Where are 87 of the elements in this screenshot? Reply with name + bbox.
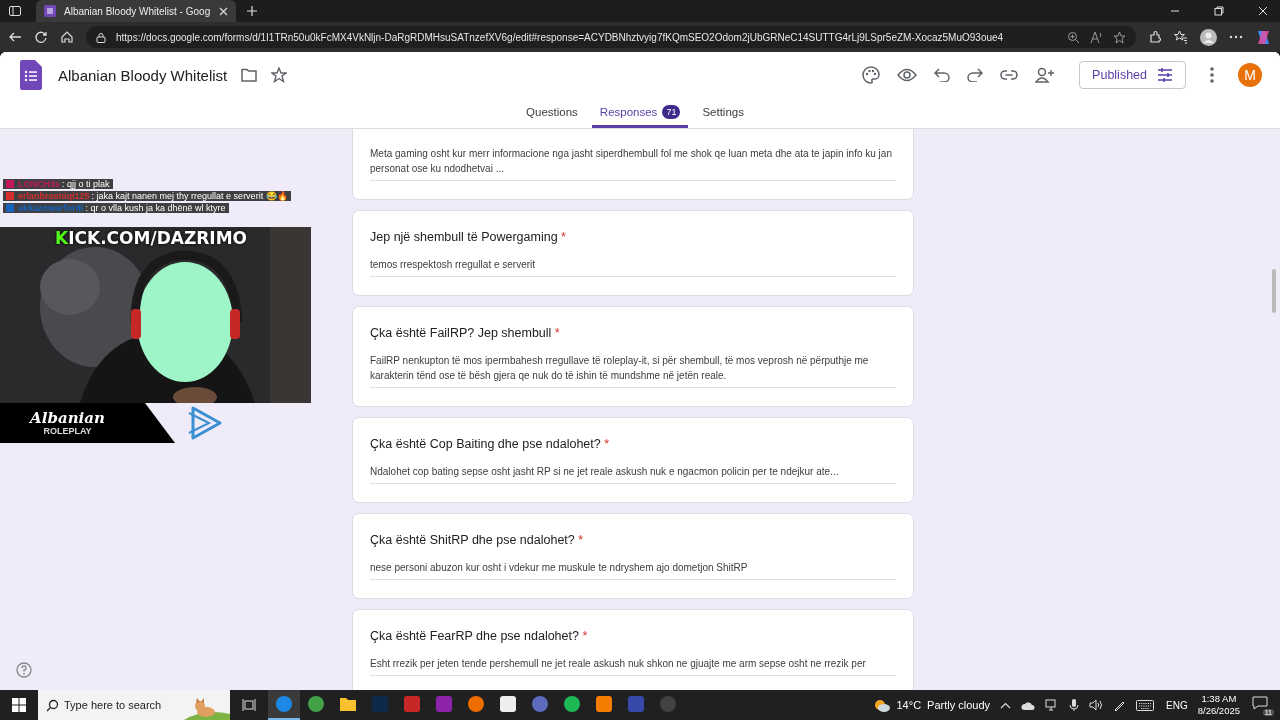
profile-icon[interactable] bbox=[1200, 28, 1217, 46]
language-indicator[interactable]: ENG bbox=[1166, 699, 1188, 711]
reload-icon[interactable] bbox=[34, 30, 48, 44]
logo-text: Albanian bbox=[30, 410, 105, 426]
tab-title: Albanian Bloody Whitelist - Goog bbox=[64, 5, 211, 17]
star-icon[interactable] bbox=[1113, 30, 1126, 44]
forms-icon bbox=[44, 5, 56, 17]
answer-text: temos rrespektosh rregullat e serverit bbox=[370, 257, 896, 277]
form-tab[interactable]: Settings bbox=[694, 98, 752, 128]
temperature: 14°C bbox=[896, 699, 922, 711]
chat-message: akkazowarfordi : qr o vlla kush ja ka dhënë wl ktyre bbox=[3, 203, 229, 213]
app-icon bbox=[531, 695, 549, 713]
time: 1:38 AM bbox=[1201, 693, 1237, 705]
cloud-icon[interactable] bbox=[1021, 700, 1036, 710]
app-icon bbox=[275, 695, 293, 713]
clock[interactable]: 1:38 AM 8/26/2025 bbox=[1197, 693, 1240, 717]
question-title: Çka është FearRP dhe pse ndalohet? * bbox=[370, 629, 589, 643]
app-icon bbox=[659, 695, 677, 713]
restore-icon[interactable] bbox=[1214, 6, 1224, 16]
app-icon bbox=[467, 695, 485, 713]
copilot-icon[interactable] bbox=[1255, 28, 1272, 46]
speaker-icon[interactable] bbox=[1089, 699, 1104, 711]
settings-sliders-icon bbox=[1157, 68, 1173, 82]
form-title[interactable]: Albanian Bloody Whitelist bbox=[58, 66, 228, 84]
form-tab[interactable]: Questions bbox=[518, 98, 586, 128]
preview-eye-icon[interactable] bbox=[897, 68, 918, 82]
app-icon bbox=[307, 695, 325, 713]
question-title: Jep një shembull të Powergaming * bbox=[370, 230, 567, 244]
star-icon[interactable] bbox=[271, 67, 288, 83]
app-icon bbox=[499, 695, 517, 713]
task-view-icon[interactable] bbox=[242, 698, 256, 712]
keyboard-icon[interactable] bbox=[1136, 699, 1155, 711]
app-icon bbox=[595, 695, 613, 713]
microphone-icon[interactable] bbox=[1069, 698, 1080, 712]
undo-icon[interactable] bbox=[934, 68, 951, 82]
favorites-icon[interactable] bbox=[1174, 30, 1188, 44]
answer-text: Esht rrezik per jeten tende pershemull ne jet reale askush nuk shkon ne gjuajte me arm sepse osht ne rrezik per bbox=[370, 656, 896, 676]
address-field[interactable]: https://docs.google.com/forms/d/1I1TRn50u0kFcMX4VkNljn-DaRgRDMHsuSATnzefXV6g/edit#response=ACYDBNhztvyig7fKQmSEO2Odom2jUbGRNeC14SUTTG4rLj9LSpr5eZM-Xocaz5MuO93oue4 bbox=[86, 26, 1136, 48]
new-tab-icon[interactable] bbox=[246, 5, 258, 17]
tab-actions-icon[interactable] bbox=[8, 4, 22, 18]
play-logo-icon bbox=[187, 405, 223, 441]
app-icon bbox=[435, 695, 453, 713]
question-title: Çka është Cop Baiting dhe pse ndalohet? * bbox=[370, 437, 611, 451]
folder-icon bbox=[339, 696, 357, 712]
question-title: Çka është FailRP? Jep shembull * bbox=[370, 326, 561, 340]
taskbar-search-field[interactable]: Type here to search bbox=[38, 690, 230, 720]
more-icon[interactable] bbox=[1210, 67, 1214, 83]
answer-text: Meta gaming osht kur merr informacione nga jasht siperdhembull fol me shok qe luan meta dhe ata te japin info ku jan personat ose ku ndodhetvai ... bbox=[370, 146, 896, 181]
answer-text: Ndalohet cop bating sepse osht jasht RP si ne jet reale askush nuk e ngacmon policin per te ndejkur ate... bbox=[370, 464, 896, 484]
weather-condition: Partly cloudy bbox=[927, 699, 991, 711]
published-button[interactable]: Published bbox=[1079, 61, 1186, 89]
help-icon[interactable] bbox=[16, 662, 32, 678]
folder-icon[interactable] bbox=[241, 68, 258, 82]
palette-icon[interactable] bbox=[862, 66, 881, 84]
notification-icon bbox=[1252, 696, 1268, 710]
app-icon bbox=[627, 695, 645, 713]
zoom-icon[interactable] bbox=[1067, 30, 1080, 44]
date: 8/26/2025 bbox=[1197, 705, 1240, 717]
count-badge: 71 bbox=[662, 104, 681, 119]
close-icon[interactable] bbox=[219, 6, 228, 16]
weather-icon[interactable] bbox=[872, 697, 891, 713]
search-icon bbox=[46, 699, 59, 712]
extensions-icon[interactable] bbox=[1148, 30, 1162, 44]
link-icon[interactable] bbox=[1000, 70, 1019, 80]
close-icon[interactable] bbox=[1258, 6, 1268, 16]
start-icon[interactable] bbox=[12, 698, 26, 712]
forms-logo-icon[interactable] bbox=[20, 60, 42, 90]
question-title: Çka është ShitRP dhe pse ndalohet? * bbox=[370, 533, 585, 547]
chat-message: LONCH3s : qjj o ti plak bbox=[3, 179, 113, 189]
redo-icon[interactable] bbox=[967, 68, 984, 82]
read-aloud-icon[interactable] bbox=[1090, 30, 1103, 44]
answer-text: FailRP nenkupton të mos ipermbahesh rregullave të roleplay-it, si për shembull, të mos veprosh në përputhje me karakterin tënd ose të bësh gjera qe nuk do të ishin të mundshme në jetën reale. bbox=[370, 353, 896, 388]
browser-tab[interactable]: Albanian Bloody Whitelist - Goog bbox=[36, 0, 236, 22]
chevron-up-icon[interactable] bbox=[1000, 701, 1012, 709]
channel-url: KICK.COM/DAZRIMO bbox=[55, 230, 248, 246]
scrollbar[interactable] bbox=[1272, 269, 1276, 313]
lock-icon bbox=[96, 31, 106, 43]
answer-text: nese personi abuzon kur osht i vdekur me muskule te ndryshem ajo dometjon ShitRP bbox=[370, 560, 896, 580]
app-icon bbox=[563, 695, 581, 713]
chat-message: erlanbrasniqi125 : jaka kajt nanen mej thy rregullat e serverit 😂🔥 bbox=[3, 191, 291, 201]
back-icon[interactable] bbox=[8, 30, 22, 44]
dog-illustration-icon bbox=[184, 698, 230, 720]
logo-subtitle: ROLEPLAY bbox=[43, 426, 92, 436]
app-icon bbox=[371, 695, 389, 713]
home-icon[interactable] bbox=[60, 30, 74, 44]
app-icon bbox=[403, 695, 421, 713]
add-person-icon[interactable] bbox=[1035, 67, 1056, 83]
